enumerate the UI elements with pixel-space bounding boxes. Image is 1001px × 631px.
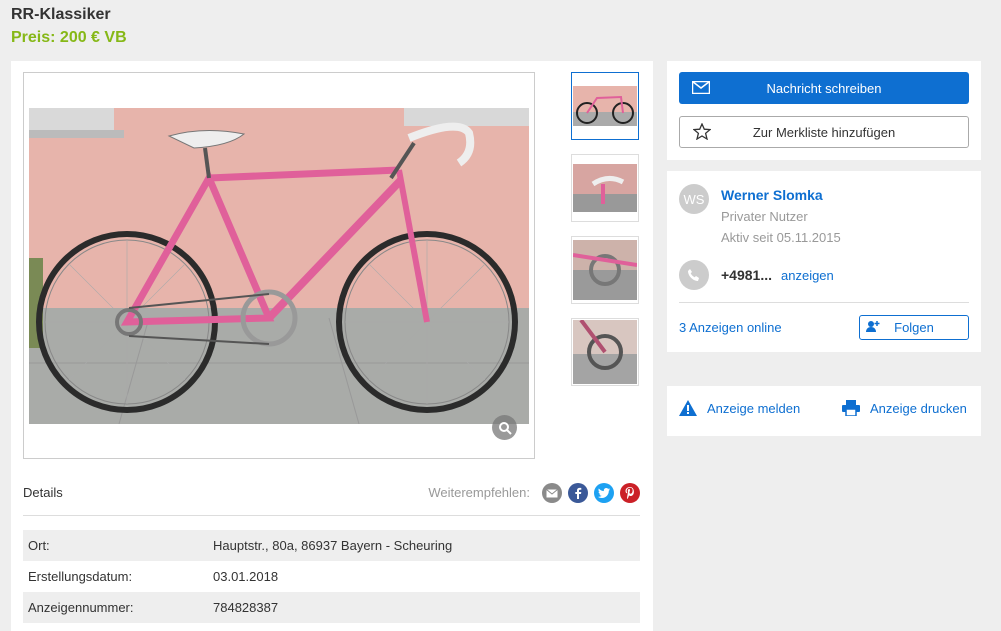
detail-key: Ort: [28, 538, 50, 553]
write-message-label: Nachricht schreiben [766, 80, 882, 96]
envelope-icon [691, 80, 711, 97]
show-phone-link[interactable]: anzeigen [781, 268, 834, 283]
add-to-watchlist-button[interactable]: Zur Merkliste hinzufügen [679, 116, 969, 148]
image-gallery[interactable] [23, 72, 535, 459]
pinterest-icon[interactable] [620, 483, 640, 503]
details-label: Details [23, 485, 63, 500]
email-icon[interactable] [542, 483, 562, 503]
thumbnail-4[interactable] [571, 318, 639, 386]
facebook-icon[interactable] [568, 483, 588, 503]
seller-type: Privater Nutzer [721, 209, 808, 224]
details-header: Details Weiterempfehlen: [23, 481, 640, 516]
follow-button[interactable]: Folgen [859, 315, 969, 340]
listing-main-card: Details Weiterempfehlen: Ort: Hauptstr.,… [11, 61, 653, 631]
seller-name-link[interactable]: Werner Slomka [721, 187, 823, 203]
star-icon [692, 122, 712, 143]
add-user-icon [866, 320, 880, 336]
thumbnail-2[interactable] [571, 154, 639, 222]
contact-actions-card: Nachricht schreiben Zur Merkliste hinzuf… [667, 61, 981, 160]
ads-online-link[interactable]: 3 Anzeigen online [679, 320, 782, 335]
follow-label: Folgen [894, 320, 934, 335]
divider [679, 302, 969, 303]
detail-value: Hauptstr., 80a, 86937 Bayern - Scheuring [213, 538, 453, 553]
detail-row-ad-number: Anzeigennummer: 784828387 [23, 592, 640, 623]
listing-title: RR-Klassiker [11, 6, 111, 23]
phone-icon [679, 260, 709, 290]
detail-value: 03.01.2018 [213, 569, 279, 584]
seller-card: WS Werner Slomka Privater Nutzer Aktiv s… [667, 171, 981, 352]
zoom-icon[interactable] [492, 415, 517, 440]
write-message-button[interactable]: Nachricht schreiben [679, 72, 969, 104]
add-to-watchlist-label: Zur Merkliste hinzufügen [752, 124, 896, 140]
avatar: WS [679, 184, 709, 214]
printer-icon [842, 400, 860, 416]
report-ad-label: Anzeige melden [707, 400, 801, 416]
report-print-card: Anzeige melden Anzeige drucken [667, 386, 981, 436]
share-label: Weiterempfehlen: [428, 485, 530, 500]
seller-active-since: Aktiv seit 05.11.2015 [721, 230, 841, 245]
detail-row-location: Ort: Hauptstr., 80a, 86937 Bayern - Sche… [23, 530, 640, 561]
detail-key: Anzeigennummer: [28, 600, 134, 615]
print-ad-label: Anzeige drucken [870, 400, 967, 416]
main-image[interactable] [29, 108, 529, 424]
warning-icon [679, 400, 697, 416]
detail-row-created: Erstellungsdatum: 03.01.2018 [23, 561, 640, 592]
listing-price: Preis: 200 € VB [11, 29, 127, 46]
detail-key: Erstellungsdatum: [28, 569, 133, 584]
detail-value: 784828387 [213, 600, 279, 615]
thumbnail-1[interactable] [571, 72, 639, 140]
thumbnail-3[interactable] [571, 236, 639, 304]
phone-number: +4981... [721, 267, 772, 283]
report-ad-link[interactable]: Anzeige melden [679, 400, 800, 416]
twitter-icon[interactable] [594, 483, 614, 503]
print-ad-link[interactable]: Anzeige drucken [842, 400, 967, 416]
